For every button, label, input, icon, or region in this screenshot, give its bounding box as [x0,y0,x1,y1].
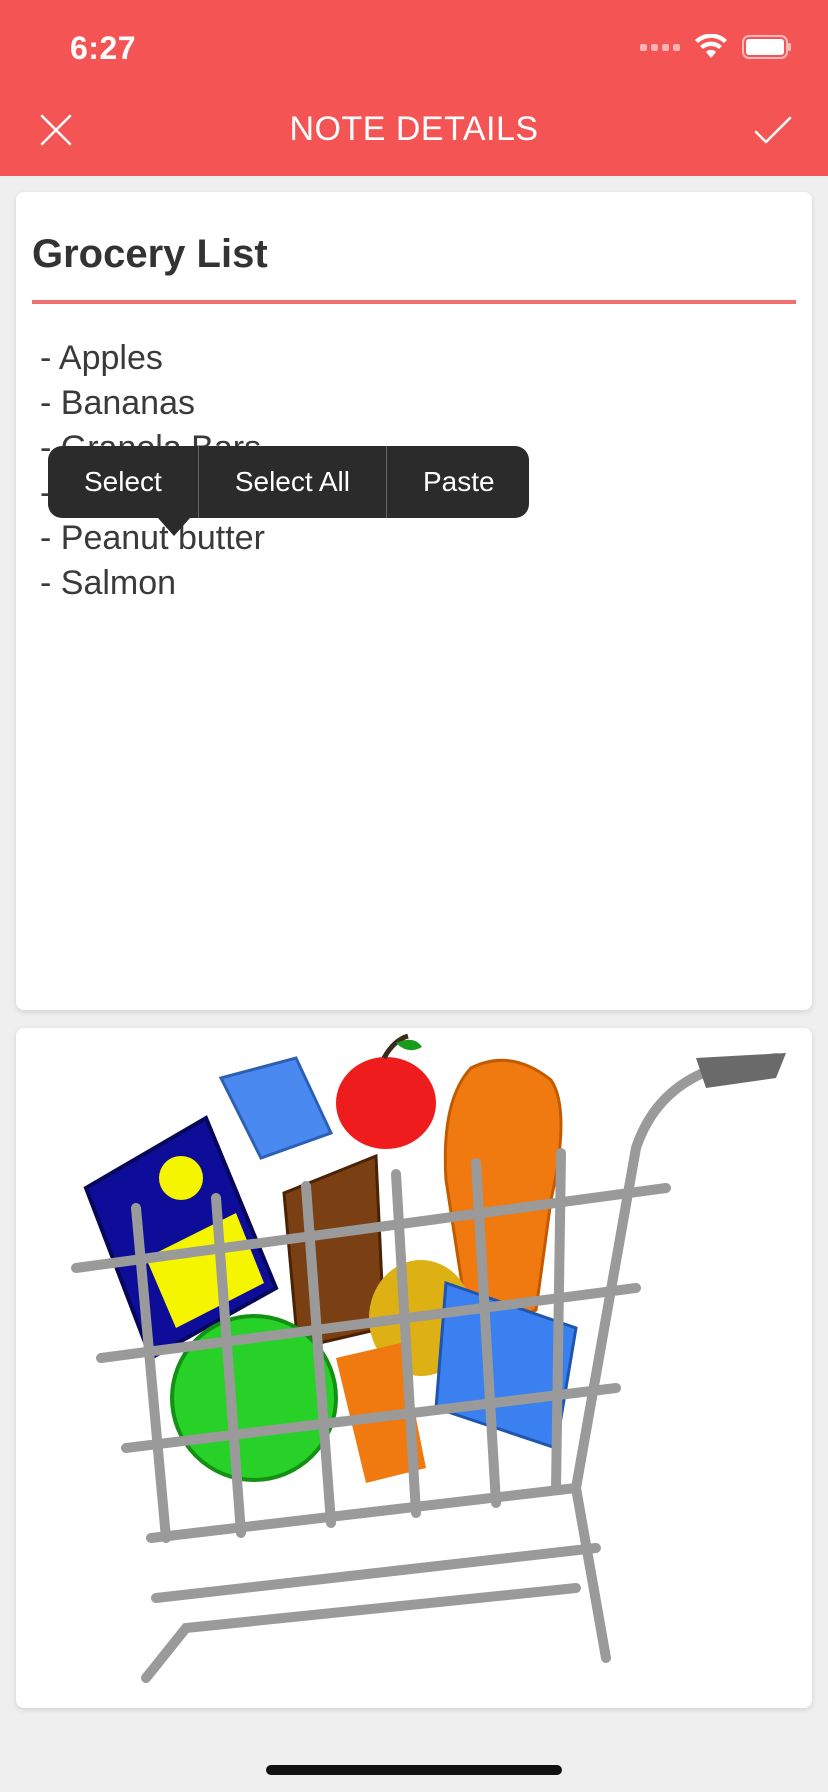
paste-button[interactable]: Paste [387,446,529,518]
note-line: - Bananas [40,384,195,422]
app-header: 6:27 NOTE DETAILS [0,0,828,176]
note-line: - Apples [40,339,163,377]
edit-context-menu: Select Select All Paste [48,446,529,518]
signal-icon [640,43,680,51]
wifi-icon [695,34,727,58]
select-button[interactable]: Select [48,446,199,518]
checkmark-icon[interactable] [752,110,794,150]
note-title-field[interactable]: Grocery List [32,232,268,277]
shopping-cart-icon [32,1033,796,1683]
note-line: - Salmon [40,564,177,602]
page-title: NOTE DETAILS [289,110,539,148]
home-indicator[interactable] [266,1765,562,1775]
note-line: - Peanut butter [40,519,265,557]
status-time: 6:27 [70,30,137,66]
select-all-button[interactable]: Select All [199,446,387,518]
menu-pointer [158,518,190,536]
status-icons [640,34,792,60]
battery-icon [742,35,791,59]
title-underline [32,300,796,304]
note-image-card[interactable] [16,1028,812,1708]
note-card: Grocery List - Apples - Bananas - Granol… [16,192,812,1010]
